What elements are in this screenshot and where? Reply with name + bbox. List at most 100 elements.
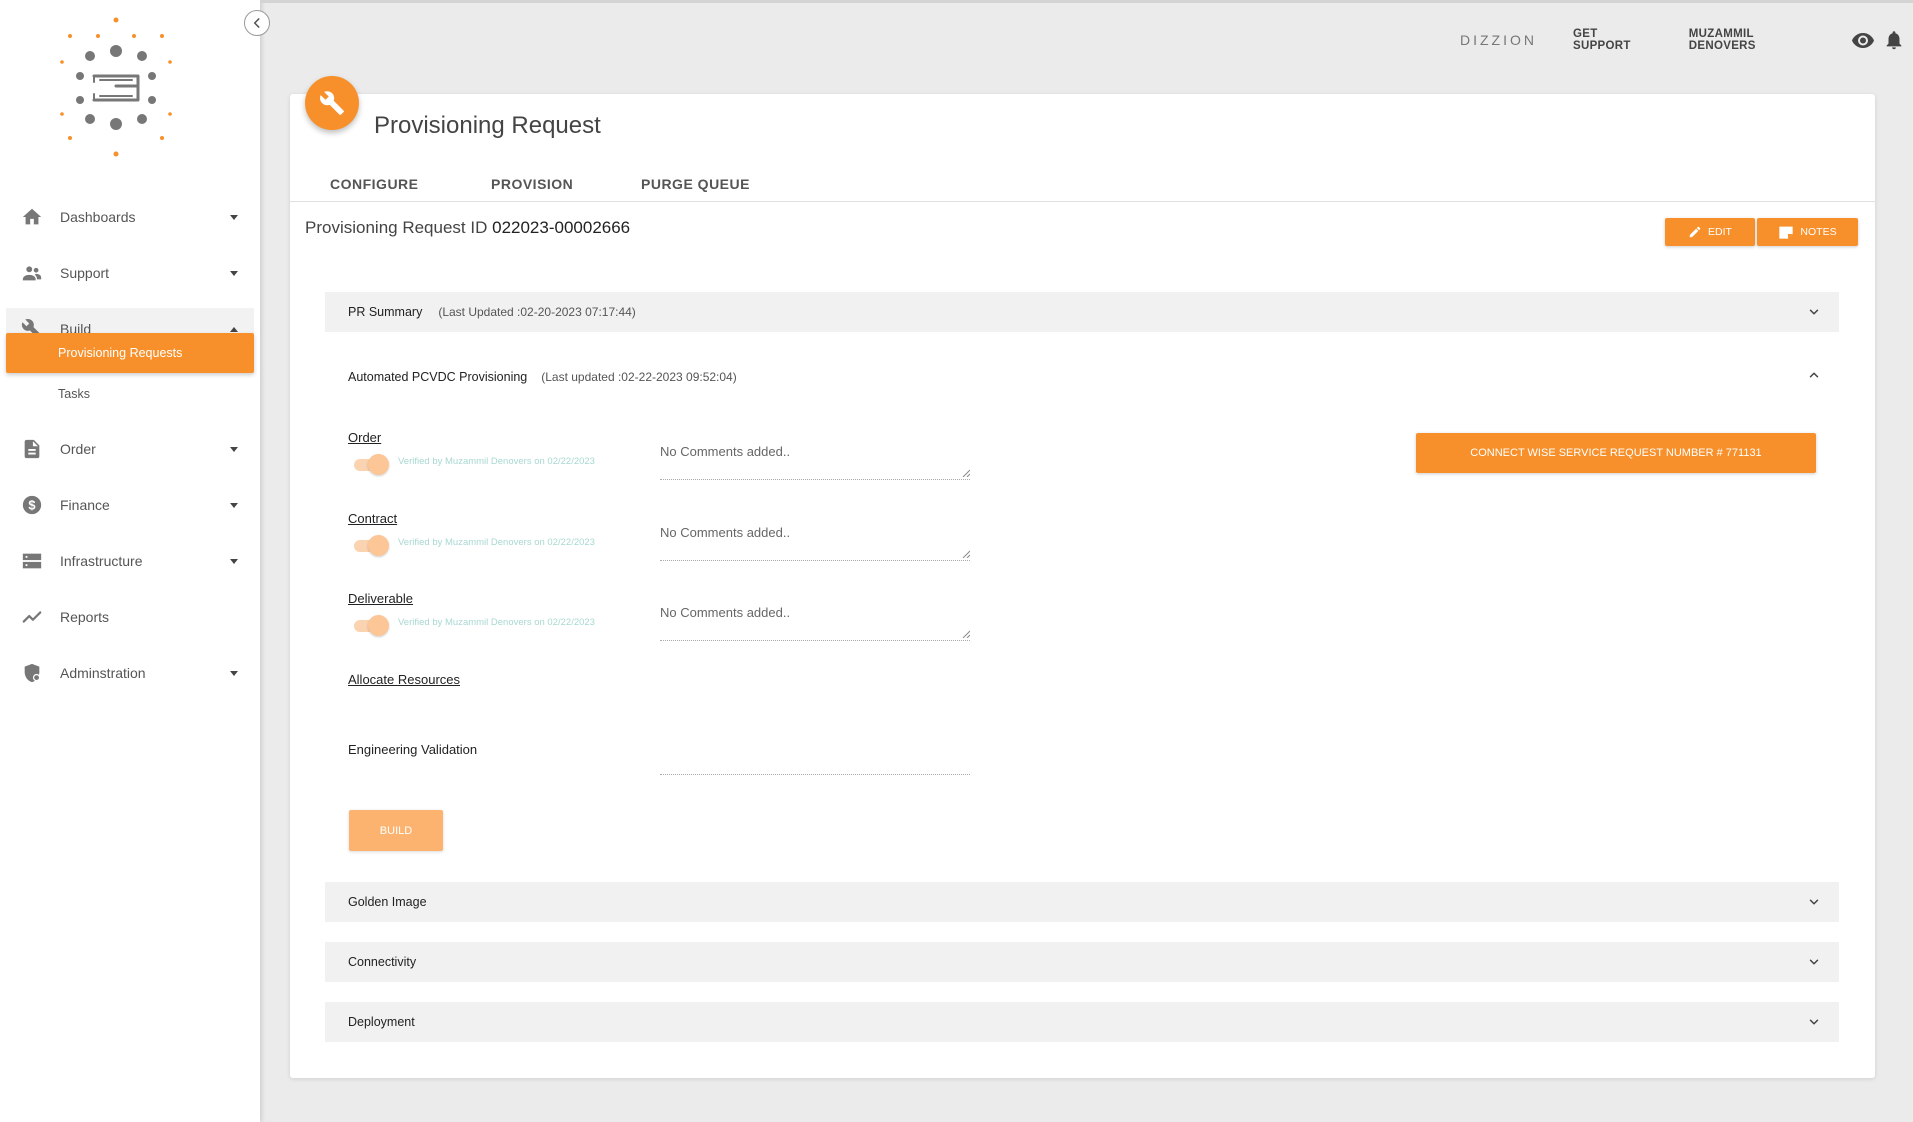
panel-title: PR Summary (Last Updated :02-20-2023 07:1… (348, 305, 636, 319)
tab-bar: CONFIGURE PROVISION PURGE QUEUE (290, 162, 1875, 202)
notes-label: NOTES (1800, 226, 1837, 238)
shield-icon (20, 661, 44, 685)
sidebar-item-label: Infrastructure (60, 553, 143, 569)
home-icon (20, 205, 44, 229)
engineering-validation-label: Engineering Validation (348, 742, 478, 757)
collapse-sidebar-button[interactable] (244, 10, 270, 36)
deliverable-label[interactable]: Deliverable (348, 591, 413, 606)
chevron-down-icon[interactable] (1807, 1015, 1821, 1029)
pr-id-value: 022023-00002666 (492, 218, 631, 237)
pencil-icon (1689, 226, 1701, 238)
chevron-down-icon[interactable] (1807, 955, 1821, 969)
contract-comment-field[interactable]: No Comments added.. (660, 519, 970, 561)
top-header: DIZZION GET SUPPORT MUZAMMIL DENOVERS (1460, 20, 1913, 60)
golden-image-panel[interactable]: Golden Image (325, 882, 1839, 922)
pr-summary-panel[interactable]: PR Summary (Last Updated :02-20-2023 07:1… (325, 292, 1839, 332)
caret-down-icon (230, 214, 238, 220)
deployment-title: Deployment (348, 1015, 415, 1029)
connect-wise-button[interactable]: CONNECT WISE SERVICE REQUEST NUMBER # 77… (1416, 433, 1816, 473)
sidebar-item-label: Adminstration (60, 665, 146, 681)
eye-icon[interactable] (1851, 28, 1875, 52)
wrench-badge (305, 76, 359, 130)
caret-down-icon (230, 502, 238, 508)
toggle-knob (368, 454, 389, 475)
user-menu[interactable]: MUZAMMIL DENOVERS (1689, 28, 1815, 52)
deployment-panel[interactable]: Deployment (325, 1002, 1839, 1042)
toggle-knob (368, 615, 389, 636)
sidebar-item-order[interactable]: Order (6, 428, 254, 470)
sidebar-item-reports[interactable]: Reports (6, 596, 254, 638)
document-icon (20, 437, 44, 461)
sidebar-item-label: Support (60, 265, 110, 281)
deliverable-verified-text: Verified by Muzammil Denovers on 02/22/2… (398, 617, 595, 628)
connectivity-title: Connectivity (348, 955, 417, 969)
chevron-down-icon[interactable] (1807, 305, 1821, 319)
pr-summary-title: PR Summary (348, 305, 423, 319)
order-verified-text: Verified by Muzammil Denovers on 02/22/2… (398, 456, 595, 467)
sidebar-item-adminstration[interactable]: Adminstration (6, 652, 254, 694)
sidebar-item-dashboards[interactable]: Dashboards (6, 196, 254, 238)
sidebar-item-support[interactable]: Support (6, 252, 254, 294)
dizzion-logo: DIZZION (1460, 32, 1537, 48)
order-comment-text: No Comments added.. (660, 444, 791, 459)
tab-configure[interactable]: CONFIGURE (330, 176, 419, 192)
contract-comment-text: No Comments added.. (660, 525, 791, 540)
sidebar-subitem-tasks[interactable]: Tasks (6, 374, 254, 414)
order-comment-field[interactable]: No Comments added.. (660, 438, 970, 480)
sidebar-item-label: Dashboards (60, 209, 136, 225)
connectivity-panel[interactable]: Connectivity (325, 942, 1839, 982)
contract-label[interactable]: Contract (348, 511, 397, 526)
contract-verified-text: Verified by Muzammil Denovers on 02/22/2… (398, 537, 595, 548)
caret-up-icon (230, 326, 238, 332)
deliverable-comment-text: No Comments added.. (660, 605, 791, 620)
sidebar-subitem-provisioning-requests[interactable]: Provisioning Requests (6, 333, 254, 373)
wrench-icon (320, 91, 344, 115)
allocate-resources-label[interactable]: Allocate Resources (348, 672, 460, 687)
sidebar-subitem-label: Tasks (58, 387, 90, 401)
automated-provisioning-header[interactable]: Automated PCVDC Provisioning (Last update… (348, 370, 737, 384)
pr-id-label: Provisioning Request ID (305, 218, 488, 237)
order-label[interactable]: Order (348, 430, 381, 445)
provisioning-card: Provisioning Request CONFIGURE PROVISION… (290, 94, 1875, 1078)
dollar-icon: $ (20, 493, 44, 517)
sidebar-item-finance[interactable]: $ Finance (6, 484, 254, 526)
caret-down-icon (230, 270, 238, 276)
chevron-up-icon[interactable] (1807, 368, 1821, 382)
bell-icon[interactable] (1883, 28, 1905, 52)
contract-toggle[interactable] (352, 534, 389, 556)
edit-button[interactable]: EDIT (1665, 218, 1755, 246)
sidebar-item-label: Order (60, 441, 96, 457)
resize-handle-icon[interactable] (962, 550, 970, 558)
resize-handle-icon[interactable] (962, 630, 970, 638)
tab-purge-queue[interactable]: PURGE QUEUE (641, 176, 750, 192)
provisioning-request-id: Provisioning Request ID 022023-00002666 (305, 218, 630, 238)
edit-label: EDIT (1708, 226, 1732, 238)
sidebar-item-infrastructure[interactable]: Infrastructure (6, 540, 254, 582)
deliverable-toggle[interactable] (352, 614, 389, 636)
resize-handle-icon[interactable] (962, 469, 970, 477)
golden-image-title: Golden Image (348, 895, 427, 909)
automated-title: Automated PCVDC Provisioning (348, 370, 528, 384)
get-support-link[interactable]: GET SUPPORT (1573, 28, 1653, 52)
tab-provision[interactable]: PROVISION (491, 176, 573, 192)
caret-down-icon (230, 670, 238, 676)
order-toggle[interactable] (352, 453, 389, 475)
caret-down-icon (230, 558, 238, 564)
server-icon (20, 549, 44, 573)
page-title: Provisioning Request (374, 112, 601, 139)
pr-summary-updated: (Last Updated :02-20-2023 07:17:44) (438, 305, 636, 319)
sidebar-subitem-label: Provisioning Requests (58, 346, 183, 360)
build-button[interactable]: BUILD (349, 810, 443, 851)
svg-text:$: $ (28, 498, 35, 513)
top-border (260, 0, 1913, 3)
caret-down-icon (230, 446, 238, 452)
chevron-down-icon[interactable] (1807, 895, 1821, 909)
note-icon (1779, 226, 1794, 239)
toggle-knob (368, 535, 389, 556)
chevron-left-icon (253, 18, 260, 28)
engineering-validation-field[interactable] (660, 774, 970, 775)
sidebar-item-label: Finance (60, 497, 110, 513)
deliverable-comment-field[interactable]: No Comments added.. (660, 599, 970, 641)
notes-button[interactable]: NOTES (1757, 218, 1858, 246)
sidebar-item-label: Reports (60, 609, 110, 625)
